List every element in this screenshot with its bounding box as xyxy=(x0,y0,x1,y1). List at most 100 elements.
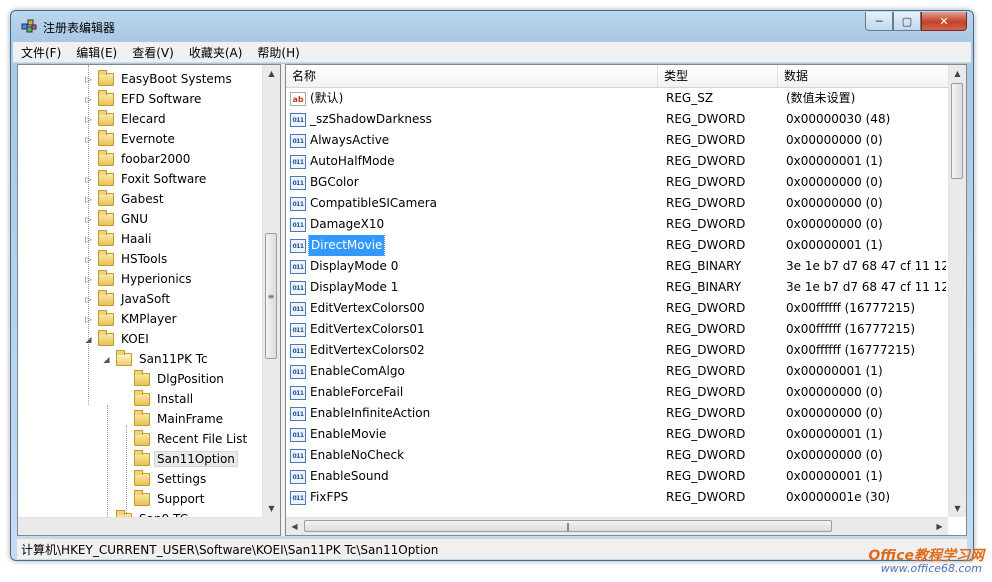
scroll-down-icon[interactable]: ▼ xyxy=(949,500,966,517)
title-bar[interactable]: 注册表编辑器 ─ ▢ ✕ xyxy=(11,11,973,42)
expand-arrow-icon[interactable]: ▷ xyxy=(84,235,93,244)
collapse-arrow-icon[interactable]: ◢ xyxy=(102,355,111,364)
value-row[interactable]: 011 EnableComAlgo REG_DWORD 0x00000001 (1) xyxy=(286,361,948,382)
expand-arrow-icon[interactable]: ▷ xyxy=(84,255,93,264)
value-row[interactable]: 011 EnableInfiniteAction REG_DWORD 0x000000… xyxy=(286,403,948,424)
tree-item[interactable]: foobar2000 xyxy=(84,149,193,169)
expand-arrow-icon[interactable]: ▷ xyxy=(84,95,93,104)
list-hscroll-thumb[interactable]: ‖ xyxy=(304,520,832,532)
expand-arrow-icon[interactable]: ▷ xyxy=(84,275,93,284)
tree-item[interactable]: Install xyxy=(120,389,196,409)
grip-icon: ≡ xyxy=(267,291,275,301)
tree-vertical-scrollbar[interactable]: ▲ ≡ ▼ xyxy=(262,65,280,517)
tree-item[interactable]: Settings xyxy=(120,469,209,489)
menu-favorites[interactable]: 收藏夹(A) xyxy=(181,42,250,62)
value-row[interactable]: 011 AlwaysActive REG_DWORD 0x00000000 (0) xyxy=(286,130,948,151)
collapse-arrow-icon[interactable]: ◢ xyxy=(84,335,93,344)
list-vertical-scrollbar[interactable]: ▲ ▼ xyxy=(948,65,966,517)
value-row[interactable]: ab (默认) REG_SZ (数值未设置) xyxy=(286,88,948,109)
tree-item[interactable]: ▷ Gabest xyxy=(84,189,167,209)
scroll-left-icon[interactable]: ◀ xyxy=(286,518,303,535)
tree-item[interactable]: ▷ EasyBoot Systems xyxy=(84,69,235,89)
tree-item[interactable]: ◢ San11PK Tc xyxy=(102,349,211,369)
value-row[interactable]: 011 CompatibleSICamera REG_DWORD 0x00000000… xyxy=(286,193,948,214)
column-header-name[interactable]: 名称 xyxy=(286,65,658,87)
list-scroll-thumb[interactable] xyxy=(951,83,963,179)
expand-arrow-icon[interactable]: ▷ xyxy=(84,135,93,144)
value-data: 0x00ffffff (16777215) xyxy=(786,301,916,315)
tree-item[interactable]: ◢ KOEI xyxy=(84,329,152,349)
value-name: EditVertexColors00 xyxy=(310,301,425,315)
value-row[interactable]: 011 EditVertexColors01 REG_DWORD 0x00ffffff… xyxy=(286,319,948,340)
tree-connector xyxy=(120,495,129,504)
menu-bar: 文件(F) 编辑(E) 查看(V) 收藏夹(A) 帮助(H) xyxy=(13,42,971,63)
tree-item[interactable]: ▷ Haali xyxy=(84,229,154,249)
minimize-button[interactable]: ─ xyxy=(865,12,893,31)
list-horizontal-scrollbar[interactable]: ◀ ‖ ▶ xyxy=(286,517,948,535)
menu-file[interactable]: 文件(F) xyxy=(13,42,68,62)
tree-item[interactable]: ▷ Evernote xyxy=(84,129,178,149)
value-data: 0x00ffffff (16777215) xyxy=(786,343,916,357)
value-row[interactable]: 011 EnableSound REG_DWORD 0x00000001 (1) xyxy=(286,466,948,487)
expand-arrow-icon[interactable]: ▷ xyxy=(84,315,93,324)
value-row[interactable]: 011 EditVertexColors02 REG_DWORD 0x00ffffff… xyxy=(286,340,948,361)
expand-arrow-icon[interactable]: ▷ xyxy=(84,295,93,304)
expand-arrow-icon[interactable]: ▷ xyxy=(84,115,93,124)
value-name-cell: 011 EnableMovie xyxy=(290,424,656,445)
value-row[interactable]: 011 DamageX10 REG_DWORD 0x00000000 (0) xyxy=(286,214,948,235)
value-row[interactable]: 011 _szShadowDarkness REG_DWORD 0x00000030 … xyxy=(286,109,948,130)
tree-item[interactable]: ▷ Hyperionics xyxy=(84,269,195,289)
tree-item[interactable]: ▷ HSTools xyxy=(84,249,170,269)
scroll-up-icon[interactable]: ▲ xyxy=(949,65,966,82)
status-bar: 计算机\HKEY_CURRENT_USER\Software\KOEI\San1… xyxy=(17,538,967,559)
tree-horizontal-scrollbar[interactable] xyxy=(18,517,280,535)
value-row[interactable]: 011 EditVertexColors00 REG_DWORD 0x00ffffff… xyxy=(286,298,948,319)
value-name-cell: ab (默认) xyxy=(290,88,656,109)
column-header-data[interactable]: 数据 xyxy=(778,65,948,87)
key-tree-pane[interactable]: ▷ EasyBoot Systems ▷ EFD Software ▷ Elecard ▷ E… xyxy=(17,64,281,536)
binary-value-icon: 011 xyxy=(290,217,306,232)
expand-arrow-icon[interactable]: ▷ xyxy=(84,215,93,224)
tree-item[interactable]: DlgPosition xyxy=(120,369,227,389)
value-name-cell: 011 EnableComAlgo xyxy=(290,361,656,382)
tree-item[interactable]: ▷ EFD Software xyxy=(84,89,204,109)
tree-item[interactable]: ▷ JavaSoft xyxy=(84,289,173,309)
value-row[interactable]: 011 EnableForceFail REG_DWORD 0x00000000 (0… xyxy=(286,382,948,403)
folder-icon xyxy=(98,109,114,126)
maximize-button[interactable]: ▢ xyxy=(893,12,921,31)
value-row[interactable]: 011 DisplayMode 1 REG_BINARY 3e 1e b7 d7 68… xyxy=(286,277,948,298)
expand-arrow-icon[interactable]: ▷ xyxy=(84,195,93,204)
column-header-type[interactable]: 类型 xyxy=(658,65,778,87)
menu-view[interactable]: 查看(V) xyxy=(124,42,181,62)
scroll-right-icon[interactable]: ▶ xyxy=(931,518,948,535)
expand-arrow-icon[interactable]: ▷ xyxy=(84,75,93,84)
value-row[interactable]: 011 AutoHalfMode REG_DWORD 0x00000001 (1) xyxy=(286,151,948,172)
tree-item[interactable]: ▷ Elecard xyxy=(84,109,169,129)
values-list-pane[interactable]: 名称 类型 数据 ab (默认) REG_SZ (数值未设置) 011 _szShadow… xyxy=(285,64,967,536)
tree-item[interactable]: Support xyxy=(120,489,207,509)
tree-item[interactable]: ▷ Foxit Software xyxy=(84,169,209,189)
close-button[interactable]: ✕ xyxy=(921,12,967,31)
menu-edit[interactable]: 编辑(E) xyxy=(68,42,124,62)
menu-help[interactable]: 帮助(H) xyxy=(249,42,306,62)
scroll-up-icon[interactable]: ▲ xyxy=(263,65,280,82)
expand-arrow-icon[interactable]: ▷ xyxy=(84,175,93,184)
tree-item[interactable]: MainFrame xyxy=(120,409,226,429)
value-row[interactable]: 011 DisplayMode 0 REG_BINARY 3e 1e b7 d7 68… xyxy=(286,256,948,277)
tree-item-label: Settings xyxy=(157,472,207,486)
value-row[interactable]: 011 EnableMovie REG_DWORD 0x00000001 (1) xyxy=(286,424,948,445)
value-data: 0x00000001 (1) xyxy=(786,364,883,378)
tree-item[interactable]: ▷San9 TC xyxy=(102,509,191,517)
tree-item[interactable]: Recent File List xyxy=(120,429,250,449)
value-row[interactable]: 011 DirectMovie REG_DWORD 0x00000001 (1) xyxy=(286,235,948,256)
value-row[interactable]: 011 BGColor REG_DWORD 0x00000000 (0) xyxy=(286,172,948,193)
value-row[interactable]: 011 EnableNoCheck REG_DWORD 0x00000000 (0) xyxy=(286,445,948,466)
tree-item[interactable]: San11Option xyxy=(120,449,238,469)
value-data: 0x00000000 (0) xyxy=(786,406,883,420)
tree-scroll-thumb[interactable]: ≡ xyxy=(265,233,277,359)
scroll-down-icon[interactable]: ▼ xyxy=(263,500,280,517)
tree-item[interactable]: ▷ GNU xyxy=(84,209,151,229)
value-row[interactable]: 011 FixFPS REG_DWORD 0x0000001e (30) xyxy=(286,487,948,508)
tree-item[interactable]: ▷ KMPlayer xyxy=(84,309,180,329)
binary-value-icon: 011 xyxy=(290,280,306,295)
